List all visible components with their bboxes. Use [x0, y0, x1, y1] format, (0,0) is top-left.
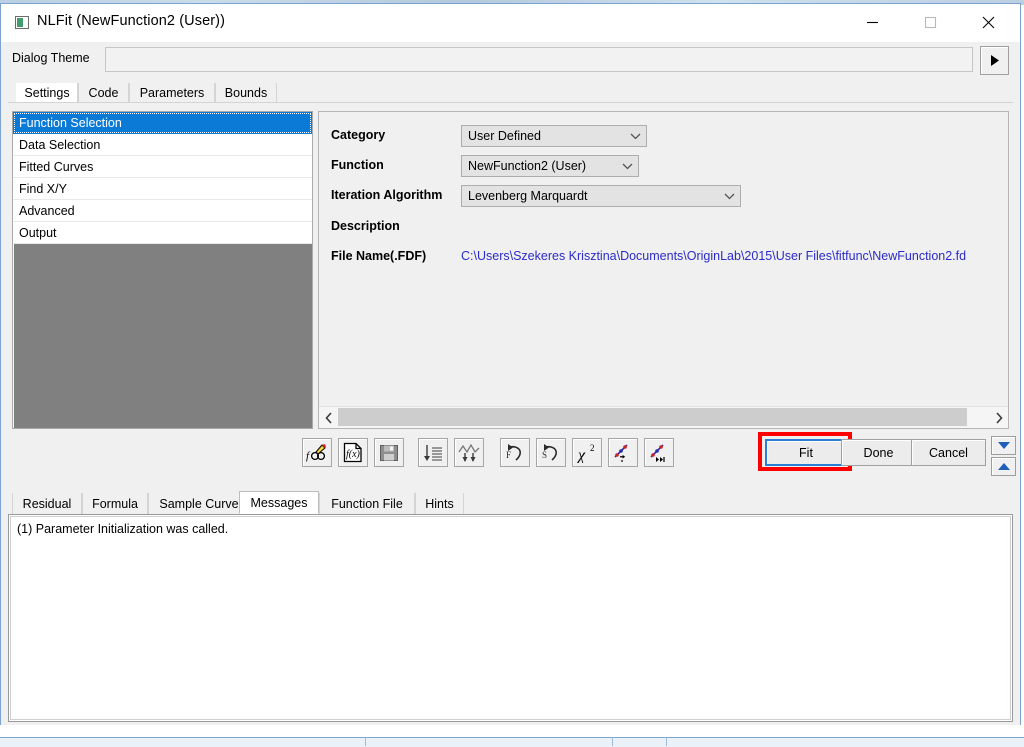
one-iteration-button[interactable]: F: [500, 438, 530, 467]
save-function-button[interactable]: [374, 438, 404, 467]
file-name-label: File Name(.FDF): [331, 249, 427, 263]
close-icon: [982, 16, 994, 28]
fit-step-icon: [614, 443, 628, 462]
tab-residual[interactable]: Residual: [12, 493, 82, 514]
full-fit-button[interactable]: [644, 438, 674, 467]
dialog-theme-input[interactable]: [105, 47, 973, 72]
minimize-button[interactable]: [849, 4, 895, 40]
edit-fitting-function-button[interactable]: f: [302, 438, 332, 467]
window-title-bar: NLFit (NewFunction2 (User)): [1, 4, 1020, 42]
svg-text:f: f: [306, 450, 311, 462]
tab-messages[interactable]: Messages: [239, 491, 319, 514]
chevron-down-icon: [718, 193, 740, 200]
done-button[interactable]: Done: [841, 439, 916, 466]
svg-text:2: 2: [590, 443, 595, 453]
function-select[interactable]: NewFunction2 (User): [461, 155, 639, 177]
initialize-parameters-button[interactable]: [418, 438, 448, 467]
fit-full-icon: [650, 443, 665, 462]
settings-body-panel: Function Selection Data Selection Fitted…: [8, 103, 1013, 433]
dialog-theme-expand-button[interactable]: [980, 46, 1009, 75]
tab-formula[interactable]: Formula: [82, 493, 148, 514]
svg-text:f(x): f(x): [346, 449, 361, 460]
tab-hints[interactable]: Hints: [415, 493, 464, 514]
scrollbar-thumb[interactable]: [338, 408, 967, 426]
taskbar-separator: [666, 737, 667, 746]
chi-square-button[interactable]: χ 2: [572, 438, 602, 467]
collapse-up-button[interactable]: [991, 457, 1016, 476]
tab-parameters[interactable]: Parameters: [129, 83, 215, 102]
nlfit-app-icon: [15, 16, 29, 29]
dialog-theme-label: Dialog Theme: [12, 51, 90, 65]
chi-squared-icon: χ 2: [576, 443, 595, 463]
sidebar-item-output[interactable]: Output: [13, 222, 312, 244]
play-arrow-icon: [991, 55, 999, 66]
new-fitting-function-button[interactable]: f(x): [338, 438, 368, 467]
messages-content: (1) Parameter Initialization was called.: [10, 516, 1011, 720]
svg-text:F: F: [506, 450, 511, 460]
settings-horizontal-scrollbar[interactable]: [319, 406, 1008, 428]
chevron-down-icon: [616, 163, 638, 170]
function-label: Function: [331, 158, 384, 172]
taskbar-separator: [365, 737, 366, 746]
sidebar-item-data-selection[interactable]: Data Selection: [13, 134, 312, 156]
iteration-algorithm-select[interactable]: Levenberg Marquardt: [461, 185, 741, 207]
window-title: NLFit (NewFunction2 (User)): [37, 13, 226, 29]
one-step-fit-button[interactable]: [608, 438, 638, 467]
peaks-arrows-icon: [458, 443, 480, 462]
iteration-algorithm-label: Iteration Algorithm: [331, 188, 443, 202]
function-file-icon: f(x): [343, 442, 362, 463]
category-value: User Defined: [468, 129, 541, 143]
cancel-button[interactable]: Cancel: [911, 439, 986, 466]
dialog-theme-row: Dialog Theme: [1, 42, 1020, 79]
sidebar-item-fitted-curves[interactable]: Fitted Curves: [13, 156, 312, 178]
tab-function-file[interactable]: Function File: [319, 493, 415, 514]
taskbar-separator: [612, 737, 613, 746]
bottom-tab-bar: Residual Formula Sample Curve Messages F…: [8, 491, 1013, 514]
reset-parameters-button[interactable]: S: [536, 438, 566, 467]
fit-until-converged-button[interactable]: [454, 438, 484, 467]
minimize-icon: [866, 21, 878, 23]
desktop-background-bottom: [0, 725, 1024, 747]
file-name-value[interactable]: C:\Users\Szekeres Krisztina\Documents\Or…: [461, 249, 1006, 263]
function-value: NewFunction2 (User): [468, 159, 587, 173]
floppy-save-icon: [380, 444, 398, 461]
sidebar-item-function-selection[interactable]: Function Selection: [13, 112, 312, 134]
fit-button[interactable]: Fit: [765, 439, 847, 466]
top-tab-bar: Settings Code Parameters Bounds: [8, 83, 1013, 102]
tab-sample-curve[interactable]: Sample Curve: [148, 493, 250, 514]
svg-text:S: S: [542, 450, 547, 460]
sidebar-item-advanced[interactable]: Advanced: [13, 200, 312, 222]
message-line: (1) Parameter Initialization was called.: [17, 522, 229, 536]
triangle-up-icon: [997, 463, 1010, 470]
chevron-right-icon[interactable]: [989, 407, 1008, 428]
arrow-down-ladder-icon: [424, 444, 442, 461]
expand-down-button[interactable]: [991, 436, 1016, 455]
function-selection-panel: Category User Defined Function NewFuncti…: [318, 111, 1009, 429]
chevron-down-icon: [624, 133, 646, 140]
function-edit-icon: f: [306, 443, 326, 462]
close-button[interactable]: [965, 4, 1011, 40]
chevron-left-icon[interactable]: [319, 407, 338, 428]
category-label: Category: [331, 128, 386, 142]
nlfit-dialog-window: NLFit (NewFunction2 (User)) Dialog Theme: [0, 3, 1021, 731]
sidebar-item-find-xy[interactable]: Find X/Y: [13, 178, 312, 200]
undo-s-curve-icon: S: [542, 443, 557, 461]
iteration-algorithm-value: Levenberg Marquardt: [468, 189, 588, 203]
tab-settings[interactable]: Settings: [16, 83, 78, 102]
tab-bounds[interactable]: Bounds: [215, 83, 277, 102]
messages-panel[interactable]: (1) Parameter Initialization was called.: [8, 514, 1013, 722]
tab-code[interactable]: Code: [78, 83, 129, 102]
settings-nav-list[interactable]: Function Selection Data Selection Fitted…: [12, 111, 313, 429]
description-label: Description: [331, 219, 400, 233]
category-select[interactable]: User Defined: [461, 125, 647, 147]
maximize-button[interactable]: [907, 4, 953, 40]
action-toolbar: f f(x) F S χ 2 Fit Done Cancel: [8, 432, 1016, 482]
svg-text:χ: χ: [576, 447, 586, 463]
undo-curve-icon: F: [506, 443, 521, 461]
maximize-icon: [924, 16, 936, 28]
triangle-down-icon: [997, 442, 1010, 449]
